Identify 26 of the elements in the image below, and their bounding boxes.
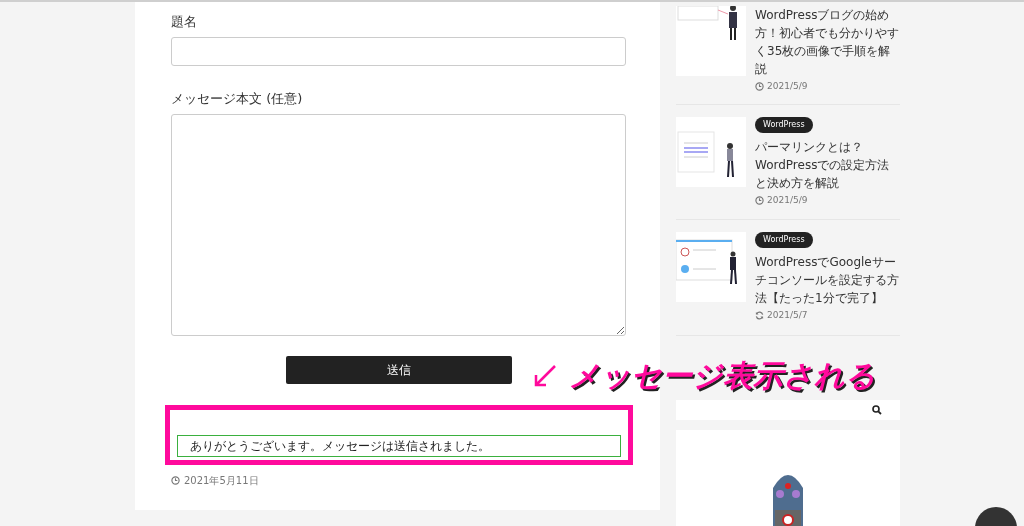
subject-input-field[interactable] [171,37,626,66]
clock-icon [755,195,764,205]
search-icon [872,405,882,415]
illustration-thumbnail [676,232,746,302]
post-date: 2021/5/7 [767,309,808,322]
illustration-thumbnail [676,6,746,76]
field-label: 題名 [171,13,198,31]
post-date: 2021年5月11日 [184,474,259,488]
post-title-link[interactable]: WordPressでGoogleサーチコンソールを設定する方法【たった1分で完了】 [755,253,900,307]
clock-icon [755,82,764,92]
submit-button[interactable]: 送信 [285,356,512,384]
illustration-thumbnail [676,116,746,187]
clock-icon [171,476,180,485]
field-label: メッセージ本文 (任意) [171,90,304,108]
post-title-link[interactable]: パーマリンクとは？WordPressでの設定方法と決め方を解説 [755,137,900,192]
post-title-link[interactable]: WordPressブログの始め方！初心者でも分かりやすく35枚の画像で手順を解説 [755,6,900,78]
search-widget[interactable] [676,400,900,420]
post-date: 2021/5/9 [767,193,808,207]
category-tag[interactable]: WordPress [755,232,813,248]
category-tag[interactable]: WordPress [755,116,813,133]
refresh-icon [755,311,764,321]
message-textarea[interactable] [171,114,626,336]
success-message: ありがとうございます。メッセージは送信されました。 [177,435,621,457]
arrow-icon [533,364,557,388]
annotation-text: メッセージ表示される [569,360,876,392]
post-date: 2021/5/9 [767,80,808,93]
